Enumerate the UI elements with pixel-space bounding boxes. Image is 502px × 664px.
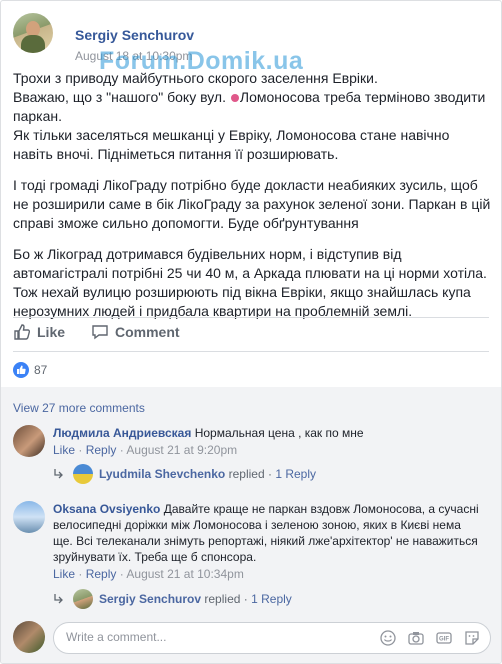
- post-paragraph: Трохи з приводу майбутнього скорого засе…: [13, 70, 486, 162]
- post-paragraph: Бо ж Лікоград дотримався будівельних нор…: [13, 246, 487, 319]
- comment-like-link[interactable]: Like: [53, 567, 75, 581]
- reply-arrow-icon: [54, 594, 63, 604]
- comment-reply-link[interactable]: Reply: [86, 443, 117, 457]
- post-card: Sergiy Senchurov August 18 at 10:30pm Fo…: [0, 0, 502, 664]
- comment-text: Нормальная цена , как по мне: [194, 426, 364, 440]
- comment-avatar[interactable]: [13, 425, 45, 457]
- emoji-icon[interactable]: [380, 630, 396, 646]
- post-text: Трохи з приводу майбутнього скорого засе…: [13, 69, 491, 333]
- comment-meta: Like · Reply · August 21 at 9:20pm: [53, 443, 238, 457]
- replies-link[interactable]: Sergiy Senchurov replied · 1 Reply: [53, 589, 292, 609]
- author-avatar[interactable]: [13, 13, 53, 53]
- reply-arrow-icon: [54, 469, 63, 479]
- gif-icon[interactable]: GIF: [436, 630, 452, 646]
- comment-icon: [92, 325, 108, 340]
- view-more-comments-link[interactable]: View 27 more comments: [13, 401, 145, 415]
- comment-like-link[interactable]: Like: [53, 443, 75, 457]
- like-button[interactable]: Like: [13, 323, 65, 341]
- comment-avatar[interactable]: [13, 501, 45, 533]
- post-actions: Like Comment: [13, 319, 489, 347]
- reply-avatar: [73, 464, 93, 484]
- divider: [13, 351, 489, 352]
- comment-reply-link[interactable]: Reply: [86, 567, 117, 581]
- comment-time[interactable]: August 21 at 9:20pm: [126, 443, 237, 457]
- comment-author[interactable]: Oksana Ovsiyenko: [53, 502, 160, 516]
- svg-text:GIF: GIF: [439, 637, 449, 643]
- comments-section: View 27 more comments Людмила Андриевска…: [1, 387, 501, 663]
- reactions-count: 87: [34, 363, 48, 377]
- reactions-summary[interactable]: 87: [13, 362, 47, 378]
- comment-author[interactable]: Людмила Андриевская: [53, 426, 191, 440]
- reply-avatar: [73, 589, 93, 609]
- replies-link[interactable]: Lyudmila Shevchenko replied · 1 Reply: [53, 464, 316, 484]
- sticker-icon[interactable]: [464, 630, 480, 646]
- reaction-like-icon: [13, 362, 29, 378]
- write-comment-placeholder: Write a comment...: [66, 630, 167, 644]
- like-icon: [14, 324, 31, 340]
- divider: [13, 317, 489, 318]
- post-paragraph: І тоді громаді ЛікоГраду потрібно буде д…: [13, 177, 491, 231]
- comment-meta: Like · Reply · August 21 at 10:34pm: [53, 567, 244, 581]
- current-user-avatar: [13, 621, 45, 653]
- write-comment-input[interactable]: Write a comment... GIF: [53, 622, 491, 654]
- comment-time[interactable]: August 21 at 10:34pm: [126, 567, 243, 581]
- comment-body: Oksana Ovsiyenko Давайте краще не паркан…: [53, 501, 481, 565]
- comment-button[interactable]: Comment: [91, 323, 180, 341]
- camera-icon[interactable]: [408, 630, 424, 646]
- comment-body: Людмила Андриевская Нормальная цена , ка…: [53, 425, 483, 441]
- post-author-name[interactable]: Sergiy Senchurov: [75, 27, 194, 43]
